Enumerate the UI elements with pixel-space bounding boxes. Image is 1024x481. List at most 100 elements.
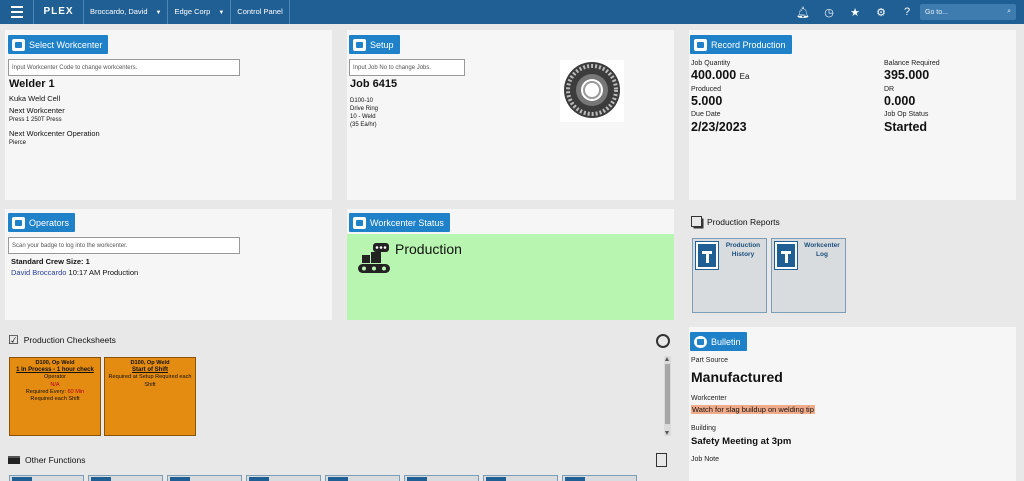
conveyor-production-icon bbox=[357, 242, 391, 276]
report-icon bbox=[774, 241, 798, 270]
job-quantity-number: 400.000 bbox=[691, 68, 737, 82]
checksheet-title: D100, Op Weld bbox=[130, 360, 170, 366]
setup-button[interactable]: Setup bbox=[349, 35, 400, 54]
dr-label: DR bbox=[884, 86, 895, 93]
top-bar: PLEX Broccardo, David ▼ Edge Corp ▼ Contro… bbox=[0, 0, 1024, 24]
user-menu[interactable]: Broccardo, David ▼ bbox=[84, 0, 169, 24]
due-date-value: 2/23/2023 bbox=[691, 120, 747, 134]
other-function-button[interactable] bbox=[246, 475, 321, 481]
scroll-thumb[interactable] bbox=[665, 364, 670, 424]
job-number-input[interactable]: Input Job No to change Jobs. bbox=[349, 59, 465, 76]
checksheet-name: 1 In Process - 1 hour check bbox=[16, 367, 94, 374]
goto-placeholder: Go to... bbox=[925, 8, 948, 16]
crew-size: Standard Crew Size: 1 bbox=[11, 257, 90, 266]
job-number: Job 6415 bbox=[350, 78, 398, 90]
scroll-down-icon[interactable] bbox=[665, 431, 669, 435]
other-functions-label: Other Functions bbox=[25, 455, 86, 465]
select-workcenter-button[interactable]: Select Workcenter bbox=[8, 35, 109, 54]
refresh-icon[interactable] bbox=[656, 334, 670, 348]
production-reports-label: Production Reports bbox=[707, 216, 780, 227]
other-functions-header: Other Functions bbox=[8, 455, 85, 465]
workcenter-cell: Kuka Weld Cell bbox=[9, 94, 61, 103]
operator-name-link[interactable]: David Broccardo bbox=[11, 268, 66, 277]
job-quantity-value: 400.000 Ea bbox=[691, 68, 749, 82]
workcenter-status-label: Workcenter Status bbox=[370, 217, 444, 228]
checksheet-hourly[interactable]: D100, Op Weld 1 In Process - 1 hour chec… bbox=[9, 357, 101, 436]
other-function-button[interactable] bbox=[483, 475, 558, 481]
settings-icon[interactable]: ⚙ bbox=[874, 6, 888, 19]
bulletin-button[interactable]: Bulletin bbox=[690, 332, 747, 351]
balance-required-label: Balance Required bbox=[884, 60, 940, 67]
part-source-label: Part Source bbox=[691, 357, 728, 364]
control-panel-link[interactable]: Control Panel bbox=[231, 0, 290, 24]
reports-icon bbox=[691, 216, 702, 227]
record-production-button[interactable]: Record Production bbox=[690, 35, 792, 54]
balance-required-value: 395.000 bbox=[884, 68, 930, 82]
company-name: Edge Corp bbox=[174, 7, 211, 16]
job-quantity-unit: Ea bbox=[739, 72, 750, 81]
user-name: Broccardo, David bbox=[90, 7, 148, 16]
goto-search-input[interactable]: Go to... ⌕ bbox=[920, 4, 1016, 20]
badge-scan-input[interactable]: Scan your badge to log into the workcent… bbox=[8, 237, 240, 254]
setup-panel bbox=[347, 30, 674, 200]
record-production-panel bbox=[689, 30, 1016, 200]
other-function-button[interactable] bbox=[562, 475, 637, 481]
workcenter-icon bbox=[12, 38, 25, 51]
scroll-up-icon[interactable] bbox=[665, 357, 669, 361]
operator-detail: 10:17 AM Production bbox=[68, 268, 139, 277]
checksheet-requirement: Required each Shift bbox=[30, 396, 80, 403]
workcenter-status-icon bbox=[353, 216, 366, 229]
select-workcenter-label: Select Workcenter bbox=[29, 39, 103, 50]
production-history-tile[interactable]: Production History bbox=[692, 238, 767, 313]
checksheet-na: N/A bbox=[50, 381, 60, 388]
job-quantity-label: Job Quantity bbox=[691, 60, 731, 67]
bulletin-label: Bulletin bbox=[711, 336, 741, 347]
job-op-status-label: Job Op Status bbox=[884, 111, 929, 118]
checksheet-requirement: Required at Setup Required each Shift bbox=[108, 374, 192, 388]
menu-icon[interactable] bbox=[0, 0, 34, 24]
company-menu[interactable]: Edge Corp ▼ bbox=[168, 0, 232, 24]
chevron-down-icon: ▼ bbox=[218, 10, 225, 16]
dr-value: 0.000 bbox=[884, 94, 916, 108]
production-checksheets-label: Production Checksheets bbox=[23, 335, 116, 345]
clock-icon[interactable]: ◷ bbox=[822, 6, 836, 19]
workcenter-code-input[interactable]: Input Workcenter Code to change workcent… bbox=[8, 59, 240, 76]
other-function-button[interactable] bbox=[325, 475, 400, 481]
other-function-button[interactable] bbox=[167, 475, 242, 481]
workcenter-panel bbox=[5, 30, 332, 200]
next-operation-label: Next Workcenter Operation bbox=[9, 129, 100, 138]
plex-logo[interactable]: PLEX bbox=[34, 0, 84, 24]
checksheet-start-of-shift[interactable]: D100, Op Weld Start of Shift Required at… bbox=[104, 357, 196, 436]
operator-icon bbox=[12, 216, 25, 229]
workcenter-name: Welder 1 bbox=[9, 78, 55, 90]
add-document-icon[interactable] bbox=[656, 453, 667, 467]
bell-icon[interactable]: 🔔︎ bbox=[796, 6, 810, 19]
next-operation-value: Pierce bbox=[9, 140, 27, 146]
toolbox-icon bbox=[8, 456, 20, 464]
bulletin-icon bbox=[694, 335, 707, 348]
workcenter-status-button[interactable]: Workcenter Status bbox=[349, 213, 450, 232]
building-note-label: Building bbox=[691, 425, 716, 432]
workcenter-log-label: Workcenter Log bbox=[804, 242, 840, 258]
help-icon[interactable]: ? bbox=[900, 6, 914, 18]
star-icon[interactable]: ★ bbox=[848, 6, 862, 19]
checksheet-frequency: Required Every: 60 Min bbox=[10, 389, 100, 396]
other-function-button[interactable] bbox=[88, 475, 163, 481]
frequency-label: Required Every: bbox=[25, 388, 66, 395]
search-icon[interactable]: ⌕ bbox=[1007, 8, 1011, 16]
job-op-status-value: Started bbox=[884, 120, 928, 134]
production-reports-header: Production Reports bbox=[691, 216, 780, 227]
checksheets-scrollbar[interactable] bbox=[664, 356, 671, 436]
workcenter-note: Watch for slag buildup on welding tip bbox=[691, 405, 815, 414]
frequency-value: 60 Min bbox=[67, 388, 85, 395]
other-function-button[interactable] bbox=[404, 475, 479, 481]
record-production-icon bbox=[694, 38, 707, 51]
next-workcenter-value: Press 1 250T Press bbox=[9, 117, 62, 123]
other-function-button[interactable] bbox=[9, 475, 84, 481]
setup-line-part: D100-10 bbox=[350, 98, 374, 104]
operators-button[interactable]: Operators bbox=[8, 213, 76, 232]
workcenter-log-tile[interactable]: Workcenter Log bbox=[771, 238, 846, 313]
checksheet-role: Operator bbox=[43, 374, 67, 381]
setup-label: Setup bbox=[370, 39, 394, 50]
workcenter-note-label: Workcenter bbox=[691, 395, 727, 402]
